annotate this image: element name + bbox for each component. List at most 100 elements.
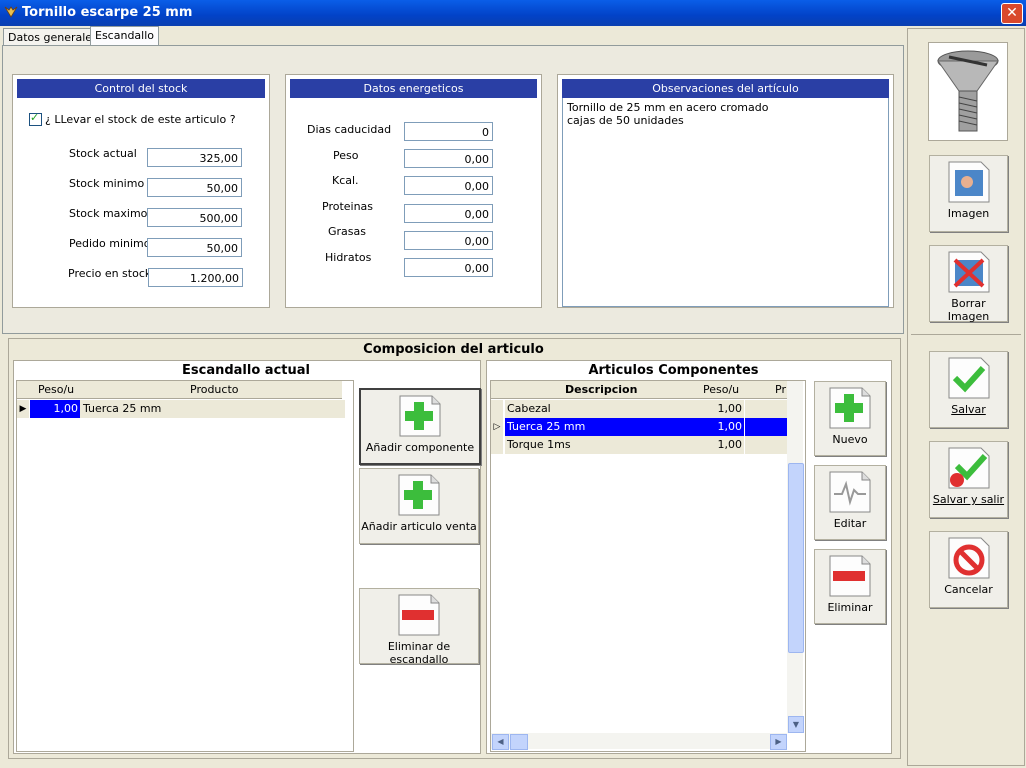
add-component-button[interactable]: Añadir componente <box>359 388 481 465</box>
energy-header: Datos energeticos <box>290 79 537 98</box>
scroll-down-icon[interactable]: ▼ <box>788 716 804 733</box>
screw-image-icon <box>937 50 999 132</box>
plus-icon <box>398 474 440 516</box>
product-image <box>928 42 1008 141</box>
add-component-label: Añadir componente <box>365 441 475 454</box>
minus-icon <box>829 555 871 597</box>
dias-caducidad-label: Dias caducidad <box>307 123 392 136</box>
notes-group: Observaciones del artículo Tornillo de 2… <box>557 74 894 308</box>
pedido-minimo-field[interactable]: 50,00 <box>147 238 242 257</box>
component-row-desc[interactable]: Cabezal <box>505 400 692 418</box>
save-and-exit-button[interactable]: Salvar y salir <box>929 441 1008 518</box>
new-component-label: Nuevo <box>832 433 868 446</box>
proteinas-label: Proteinas <box>322 200 374 213</box>
check-icon: ✓ <box>30 111 40 124</box>
edit-component-button[interactable]: Editar <box>814 465 886 540</box>
current-row-peso[interactable]: 1,00 <box>30 400 80 418</box>
component-row-desc[interactable]: Torque 1ms <box>505 436 692 454</box>
hscroll-thumb[interactable] <box>510 734 528 750</box>
minus-icon <box>398 594 440 636</box>
col-peso-u[interactable]: Peso/u <box>38 383 74 396</box>
precio-stock-label: Precio en stock <box>68 267 152 280</box>
horizontal-scrollbar[interactable] <box>491 733 787 749</box>
cancel-label: Cancelar <box>944 583 993 596</box>
save-button[interactable]: Salvar <box>929 351 1008 428</box>
remove-from-escandallo-button[interactable]: Eliminar de escandallo <box>359 588 479 666</box>
plus-icon <box>399 395 441 437</box>
delete-picture-icon <box>948 251 989 293</box>
cancel-button[interactable]: Cancelar <box>929 531 1008 608</box>
close-button[interactable]: ✕ <box>1001 3 1023 24</box>
delete-component-button[interactable]: Eliminar <box>814 549 886 624</box>
component-row-peso[interactable]: 1,00 <box>692 418 744 436</box>
current-row-producto[interactable]: Tuerca 25 mm <box>80 400 345 418</box>
row-indicator <box>491 436 503 454</box>
remove-from-escandallo-label: Eliminar de escandallo <box>387 640 451 666</box>
component-row-precio[interactable] <box>745 436 787 454</box>
hidratos-label: Hidratos <box>325 251 372 264</box>
component-row-precio[interactable] <box>745 418 787 436</box>
component-row-peso[interactable]: 1,00 <box>692 436 744 454</box>
hidratos-field[interactable]: 0,00 <box>404 258 493 277</box>
image-label: Imagen <box>947 207 990 220</box>
component-row-desc[interactable]: Tuerca 25 mm <box>505 418 692 436</box>
peso-field[interactable]: 0,00 <box>404 149 493 168</box>
col-producto[interactable]: Producto <box>190 383 239 396</box>
notes-header: Observaciones del artículo <box>562 79 889 98</box>
row-indicator <box>491 400 503 418</box>
new-component-button[interactable]: Nuevo <box>814 381 886 456</box>
save-and-exit-label: Salvar y salir <box>932 493 1005 506</box>
row-indicator-icon: ▶ <box>17 400 29 418</box>
notes-line: Tornillo de 25 mm en acero cromado <box>567 101 769 114</box>
add-sale-item-button[interactable]: Añadir articulo venta <box>359 468 479 544</box>
edit-component-label: Editar <box>833 517 867 530</box>
image-button[interactable]: Imagen <box>929 155 1008 232</box>
stock-maximo-field[interactable]: 500,00 <box>147 208 242 227</box>
proteinas-field[interactable]: 0,00 <box>404 204 493 223</box>
components-title: Articulos Componentes <box>588 363 759 378</box>
current-grid[interactable] <box>16 380 354 752</box>
save-exit-icon <box>948 447 989 489</box>
edit-document-icon <box>829 471 871 513</box>
col-descripcion[interactable]: Descripcion <box>565 383 637 396</box>
app-icon <box>4 6 18 18</box>
col-precio[interactable]: Pr <box>775 383 786 396</box>
side-divider <box>911 334 1021 335</box>
stock-header: Control del stock <box>17 79 265 98</box>
component-row-peso[interactable]: 1,00 <box>692 400 744 418</box>
precio-stock-field[interactable]: 1.200,00 <box>148 268 243 287</box>
add-sale-item-label: Añadir articulo venta <box>361 520 477 533</box>
grasas-label: Grasas <box>328 225 366 238</box>
stock-checkbox[interactable]: ✓ <box>29 111 42 126</box>
current-title: Escandallo actual <box>182 363 310 378</box>
notes-textarea[interactable]: Tornillo de 25 mm en acero cromado cajas… <box>562 98 889 307</box>
pedido-minimo-label: Pedido minimo <box>69 237 151 250</box>
picture-icon <box>948 161 989 203</box>
window-title: Tornillo escarpe 25 mm <box>22 5 193 20</box>
scrollbar-thumb[interactable] <box>788 463 804 653</box>
save-label: Salvar <box>951 403 986 416</box>
scroll-right-icon[interactable]: ▶ <box>770 734 787 750</box>
delete-image-button[interactable]: Borrar Imagen <box>929 245 1008 323</box>
tab-datos-generales[interactable]: Datos generales <box>3 28 103 46</box>
kcal-label: Kcal. <box>332 174 359 187</box>
stock-actual-field[interactable]: 325,00 <box>147 148 242 167</box>
peso-label: Peso <box>333 149 359 162</box>
components-grid-header <box>491 381 787 399</box>
kcal-field[interactable]: 0,00 <box>404 176 493 195</box>
composition-title: Composicion del articulo <box>363 342 544 357</box>
stock-minimo-field[interactable]: 50,00 <box>147 178 242 197</box>
grasas-field[interactable]: 0,00 <box>404 231 493 250</box>
dias-caducidad-field[interactable]: 0 <box>404 122 493 141</box>
scroll-left-icon[interactable]: ◀ <box>492 734 509 750</box>
component-row-precio[interactable] <box>745 400 787 418</box>
row-indicator-icon: ▷ <box>491 418 503 436</box>
cancel-icon <box>948 537 989 579</box>
plus-icon <box>829 387 871 429</box>
col-peso-u[interactable]: Peso/u <box>703 383 739 396</box>
delete-image-label: Borrar Imagen <box>947 297 990 323</box>
tab-escandallo[interactable]: Escandallo <box>90 26 160 47</box>
checkmark-icon <box>948 357 989 399</box>
stock-check-label: ¿ LLevar el stock de este articulo ? <box>45 113 236 126</box>
stock-minimo-label: Stock minimo <box>69 177 145 190</box>
